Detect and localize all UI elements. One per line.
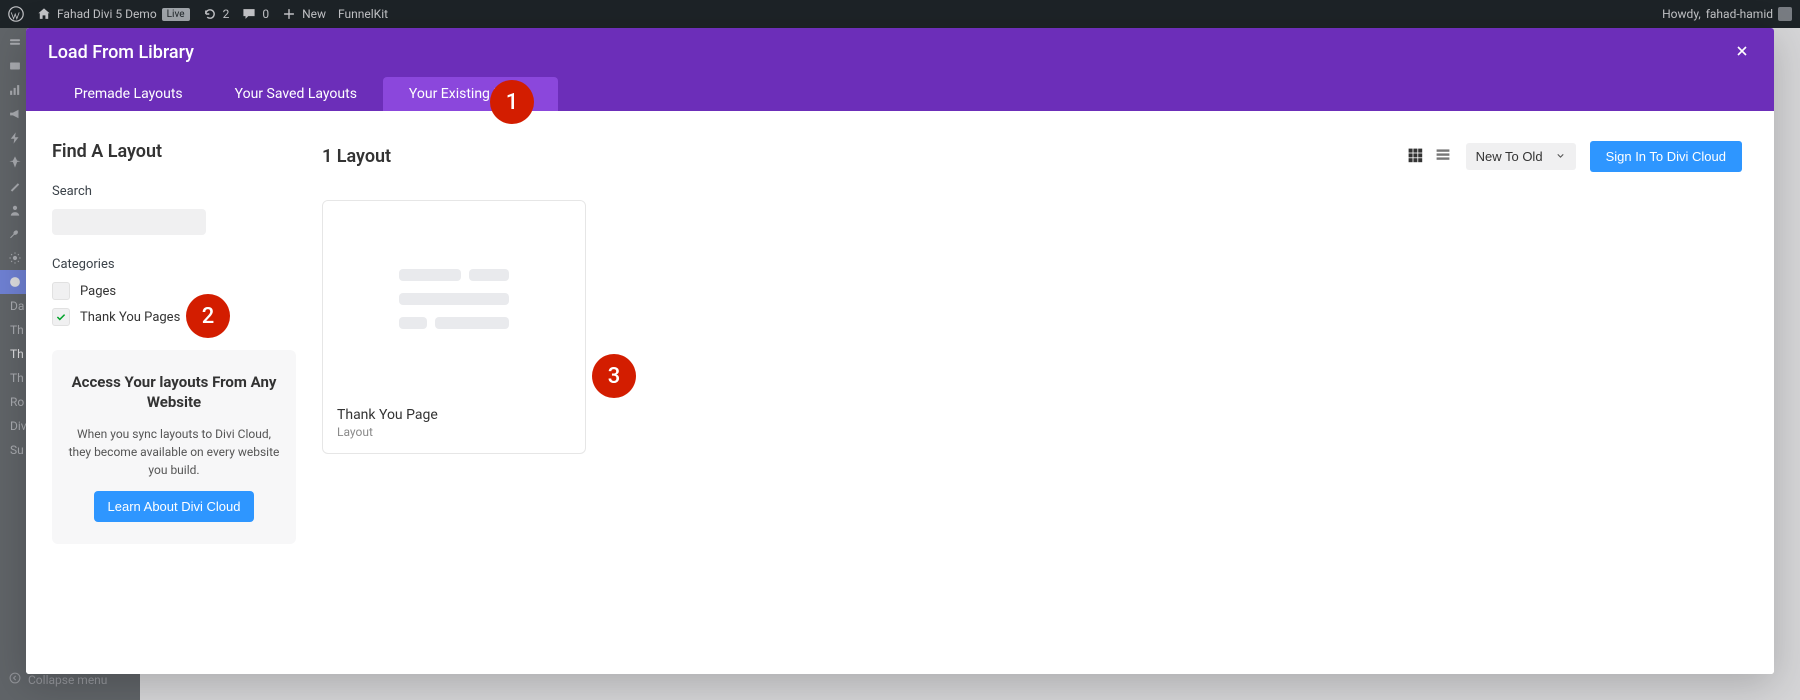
layout-card[interactable]: Thank You Page Layout <box>322 200 586 454</box>
site-title: Fahad Divi 5 Demo <box>57 7 157 21</box>
learn-cloud-button[interactable]: Learn About Divi Cloud <box>94 491 255 522</box>
comments-item[interactable]: 0 <box>241 6 269 22</box>
sort-label: New To Old <box>1476 149 1543 164</box>
annotation-step-2: 2 <box>186 294 230 338</box>
find-panel: Find A Layout Search Categories Pages Th… <box>26 111 322 674</box>
howdy-item[interactable]: Howdy, fahad-hamid <box>1662 7 1792 21</box>
tab-saved-layouts[interactable]: Your Saved Layouts <box>209 77 383 111</box>
home-icon <box>36 6 52 22</box>
category-pages[interactable]: Pages <box>52 282 296 300</box>
new-item[interactable]: New <box>281 6 326 22</box>
modal-header: Load From Library Premade Layouts Your S… <box>26 28 1774 111</box>
results-count: 1 Layout <box>322 146 391 167</box>
category-thank-you-pages[interactable]: Thank You Pages <box>52 308 296 326</box>
category-label: Thank You Pages <box>80 310 180 325</box>
chevron-down-icon <box>1555 149 1566 164</box>
wp-logo[interactable] <box>8 6 24 22</box>
funnelkit-label: FunnelKit <box>338 7 388 21</box>
list-icon <box>1435 147 1451 167</box>
cloud-promo-title: Access Your layouts From Any Website <box>66 372 282 413</box>
find-title: Find A Layout <box>52 141 296 162</box>
search-label: Search <box>52 184 296 199</box>
layout-name: Thank You Page <box>337 407 571 423</box>
cloud-promo: Access Your layouts From Any Website Whe… <box>52 350 296 544</box>
close-icon <box>1734 43 1750 63</box>
search-input[interactable] <box>52 209 206 235</box>
modal-title: Load From Library <box>48 42 194 63</box>
refresh-count: 2 <box>223 7 230 21</box>
checkbox-checked-icon <box>52 308 70 326</box>
refresh-item[interactable]: 2 <box>202 6 230 22</box>
list-view-button[interactable] <box>1434 148 1452 166</box>
live-badge: Live <box>162 8 190 21</box>
wordpress-icon <box>8 6 24 22</box>
avatar <box>1778 7 1792 21</box>
wp-adminbar: Fahad Divi 5 Demo Live 2 0 New FunnelKit <box>0 0 1800 28</box>
signin-cloud-button[interactable]: Sign In To Divi Cloud <box>1590 141 1742 172</box>
tab-premade-layouts[interactable]: Premade Layouts <box>48 77 209 111</box>
library-modal: Load From Library Premade Layouts Your S… <box>26 28 1774 674</box>
cloud-promo-desc: When you sync layouts to Divi Cloud, the… <box>66 425 282 479</box>
modal-tabs: Premade Layouts Your Saved Layouts Your … <box>26 77 1774 111</box>
grid-icon <box>1407 147 1423 167</box>
results-area: 1 Layout <box>322 111 1774 674</box>
comment-icon <box>241 6 257 22</box>
grid-view-button[interactable] <box>1406 148 1424 166</box>
skeleton-placeholder-icon <box>399 269 509 329</box>
plus-icon <box>281 6 297 22</box>
site-link[interactable]: Fahad Divi 5 Demo Live <box>36 6 190 22</box>
howdy-user: fahad-hamid <box>1706 7 1773 21</box>
sort-select[interactable]: New To Old <box>1466 143 1576 170</box>
howdy-prefix: Howdy, <box>1662 7 1701 21</box>
funnelkit-item[interactable]: FunnelKit <box>338 7 388 21</box>
new-label: New <box>302 7 326 21</box>
comments-count: 0 <box>262 7 269 21</box>
checkbox-unchecked-icon <box>52 282 70 300</box>
annotation-step-1: 1 <box>490 80 534 124</box>
category-label: Pages <box>80 284 116 299</box>
categories-label: Categories <box>52 257 296 272</box>
refresh-icon <box>202 6 218 22</box>
layout-subtitle: Layout <box>337 425 571 439</box>
layout-thumbnail <box>323 201 585 397</box>
annotation-step-3: 3 <box>592 354 636 398</box>
close-button[interactable] <box>1732 43 1752 63</box>
